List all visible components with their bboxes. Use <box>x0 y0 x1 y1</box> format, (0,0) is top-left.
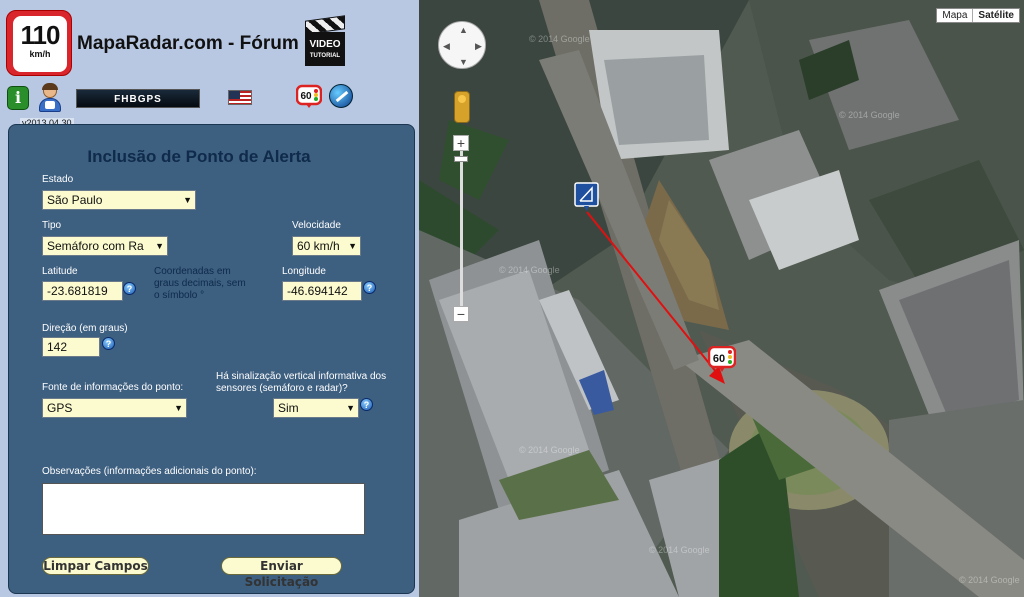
chevron-down-icon: ▼ <box>153 237 164 255</box>
user-badge <box>45 101 55 109</box>
zoom-out-button[interactable]: − <box>453 306 469 322</box>
street-view-pegman-icon[interactable] <box>454 91 470 123</box>
help-icon[interactable]: ? <box>123 282 136 295</box>
logo-inner: 110 km/h <box>13 16 67 72</box>
zoom-slider-thumb[interactable] <box>454 156 468 162</box>
pegman-head <box>458 95 466 103</box>
satellite-type-button[interactable]: Satélite <box>972 9 1019 22</box>
direction-marker-svg <box>574 182 599 211</box>
tipo-value: Semáforo com Ra <box>47 239 144 253</box>
estado-value: São Paulo <box>47 193 103 207</box>
help-icon[interactable]: ? <box>363 281 376 294</box>
chevron-down-icon: ▼ <box>346 403 355 413</box>
pan-down-icon[interactable]: ▼ <box>459 57 468 67</box>
map-type-button[interactable]: Mapa <box>937 9 972 22</box>
speed-radar-icon[interactable]: 60 <box>295 84 323 108</box>
user-hair <box>42 83 58 90</box>
chevron-down-icon: ▼ <box>174 403 183 413</box>
info-icon[interactable]: i <box>7 86 29 110</box>
clapperboard-body: VIDEO TUTORIAL <box>305 32 345 66</box>
direcao-label: Direção (em graus) <box>42 323 128 334</box>
speed-radar-svg: 60 <box>295 84 323 108</box>
tutorial-label: TUTORIAL <box>309 53 341 59</box>
chevron-down-icon: ▼ <box>346 237 357 255</box>
direction-arrow-overlay <box>586 211 725 384</box>
zoom-in-button[interactable]: + <box>453 135 469 151</box>
fonte-value: GPS <box>47 401 73 415</box>
chevron-down-icon: ▼ <box>183 195 192 205</box>
fonte-select[interactable]: GPS ▼ <box>42 398 187 418</box>
form-title: Inclusão de Ponto de Alerta <box>87 147 311 166</box>
gps-badge[interactable]: FHBGPS <box>76 89 200 108</box>
logo-number: 110 <box>20 20 61 50</box>
radar-marker-svg: 60 <box>707 345 737 372</box>
pan-left-icon[interactable]: ◀ <box>443 41 450 52</box>
velocidade-value: 60 km/h <box>297 239 340 253</box>
us-flag-icon[interactable] <box>228 90 252 105</box>
satellite-map[interactable]: © 2014 Google © 2014 Google © 2014 Googl… <box>419 0 1024 597</box>
radar-marker-speed: 60 <box>713 353 725 365</box>
sinalizacao-value: Sim <box>278 401 299 415</box>
flag-canton <box>229 91 240 99</box>
direction-marker-icon[interactable] <box>574 182 599 212</box>
latitude-label: Latitude <box>42 266 78 277</box>
pan-right-icon[interactable]: ▶ <box>475 41 482 52</box>
user-avatar-icon[interactable] <box>38 83 62 114</box>
pan-up-icon[interactable]: ▲ <box>459 25 468 35</box>
zoom-slider-track[interactable] <box>460 151 463 306</box>
tipo-select[interactable]: Semáforo com Ra ▼ <box>42 236 168 256</box>
velocidade-label: Velocidade <box>292 220 341 231</box>
longitude-label: Longitude <box>282 266 326 277</box>
fonte-label: Fonte de informações do ponto: <box>42 382 184 393</box>
longitude-input[interactable]: -46.694142 <box>282 281 362 301</box>
observacoes-textarea[interactable] <box>42 483 365 535</box>
velocidade-select[interactable]: 60 km/h ▼ <box>292 236 361 256</box>
submit-request-button[interactable]: Enviar Solicitação <box>221 557 342 589</box>
latitude-input[interactable]: -23.681819 <box>42 281 123 301</box>
video-label: VIDEO <box>309 39 341 50</box>
alert-point-form: Inclusão de Ponto de Alerta Estado São P… <box>8 124 415 594</box>
speed-sign-logo[interactable]: 110 km/h <box>6 10 72 76</box>
estado-label: Estado <box>42 174 74 185</box>
radar-icon-speed: 60 <box>300 91 312 102</box>
help-icon[interactable]: ? <box>102 337 115 350</box>
estado-select[interactable]: São Paulo ▼ <box>42 190 196 210</box>
tipo-label: Tipo <box>42 220 62 231</box>
site-title[interactable]: MapaRadar.com - Fórum <box>77 33 299 55</box>
speed-radar-marker-icon[interactable]: 60 <box>707 345 737 372</box>
pan-control[interactable]: ▲ ▼ ◀ ▶ <box>438 21 486 69</box>
direcao-input[interactable]: 142 <box>42 337 100 357</box>
video-tutorial-icon[interactable]: VIDEO TUTORIAL <box>305 15 345 66</box>
help-icon[interactable]: ? <box>360 398 373 411</box>
map-type-control: Mapa Satélite <box>936 8 1020 23</box>
coordinates-hint: Coordenadas em graus decimais, sem o sím… <box>154 266 246 301</box>
sinalizacao-select[interactable]: Sim ▼ <box>273 398 359 418</box>
sinalizacao-label: Há sinalização vertical informativa dos … <box>216 371 387 394</box>
observacoes-label: Observações (informações adicionais do p… <box>42 466 257 477</box>
logo-unit: km/h <box>29 49 51 59</box>
clear-fields-button[interactable]: Limpar Campos <box>42 557 149 575</box>
globe-arrow <box>335 90 349 103</box>
globe-icon[interactable] <box>329 84 353 108</box>
direction-arrow-line <box>586 211 722 379</box>
left-panel: 110 km/h MapaRadar.com - Fórum VIDEO TUT… <box>0 0 419 597</box>
